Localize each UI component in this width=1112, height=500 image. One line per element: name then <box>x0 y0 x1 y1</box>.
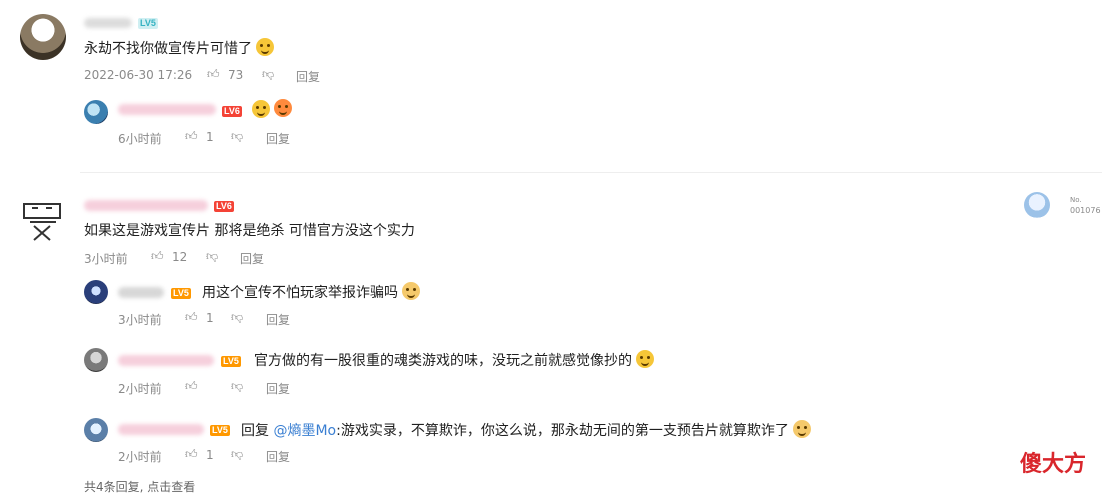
like-icon[interactable]: 👍︎ <box>185 379 198 394</box>
like-icon[interactable]: 👍︎ <box>207 67 220 82</box>
reply-time: 2小时前 <box>118 382 162 396</box>
like-count: 1 <box>206 130 214 144</box>
reply-text: 用这个宣传不怕玩家举报诈骗吗 <box>202 282 421 302</box>
reply-username-blurred[interactable] <box>118 424 204 435</box>
reply-time: 3小时前 <box>118 313 162 327</box>
like-count: 1 <box>206 448 214 462</box>
comment-text: 如果这是游戏宣传片 那将是绝杀 可惜官方没这个实力 <box>84 223 415 239</box>
sketch-avatar[interactable] <box>20 196 66 242</box>
fan-badge-avatar[interactable] <box>1024 192 1050 218</box>
cat-emoji-icon <box>274 99 292 117</box>
reply-prefix: 回复 <box>241 423 269 439</box>
level-badge: LV5 <box>171 288 191 299</box>
reply-time: 6小时前 <box>118 132 162 146</box>
mention-link[interactable]: @熵墨Mo <box>273 423 336 439</box>
avatar[interactable] <box>20 14 66 60</box>
reply-button[interactable]: 回复 <box>266 311 290 328</box>
reply-button[interactable]: 回复 <box>266 448 290 465</box>
level-badge: LV5 <box>138 18 158 29</box>
fan-badge-number: 001076 <box>1070 206 1101 215</box>
reply-avatar[interactable] <box>84 100 108 124</box>
level-badge: LV5 <box>210 425 230 436</box>
fan-badge-no: No. <box>1070 196 1082 204</box>
like-icon[interactable]: 👍︎ <box>185 447 198 462</box>
comment-divider <box>80 172 1102 173</box>
reply-button[interactable]: 回复 <box>296 68 320 85</box>
dislike-icon[interactable]: 👎︎ <box>262 67 274 82</box>
like-icon[interactable]: 👍︎ <box>151 249 164 264</box>
comment-date: 2022-06-30 17:26 <box>84 68 193 82</box>
dislike-icon[interactable]: 👎︎ <box>231 310 243 325</box>
like-count: 12 <box>172 250 188 264</box>
sketch-face-icon <box>23 203 61 241</box>
level-badge: LV6 <box>214 201 234 212</box>
reply-text-content: 用这个宣传不怕玩家举报诈骗吗 <box>202 285 398 301</box>
wink-emoji-icon <box>252 100 270 118</box>
dislike-icon[interactable]: 👎︎ <box>206 249 218 264</box>
reply-button[interactable]: 回复 <box>266 130 290 147</box>
comment-time: 3小时前 <box>84 252 128 266</box>
dislike-icon[interactable]: 👎︎ <box>231 379 243 394</box>
reply-text: 官方做的有一股很重的魂类游戏的味，没玩之前就感觉像抄的 <box>254 350 655 370</box>
smile-emoji-icon <box>256 38 275 56</box>
reply-avatar[interactable] <box>84 418 108 442</box>
reply-username-blurred[interactable] <box>118 287 164 298</box>
reply-avatar[interactable] <box>84 280 108 304</box>
watermark: 傻大方 <box>1020 446 1086 478</box>
reply-text-content: 官方做的有一股很重的魂类游戏的味，没玩之前就感觉像抄的 <box>254 353 632 369</box>
dislike-icon[interactable]: 👎︎ <box>231 129 243 144</box>
laugh-emoji-icon <box>636 350 655 368</box>
reply-time: 2小时前 <box>118 450 162 464</box>
username-blurred[interactable] <box>84 200 208 211</box>
reply-avatar[interactable] <box>84 348 108 372</box>
like-count: 1 <box>206 311 214 325</box>
dislike-icon[interactable]: 👎︎ <box>231 447 243 462</box>
like-icon[interactable]: 👍︎ <box>185 129 198 144</box>
reply-username-blurred[interactable] <box>118 104 216 115</box>
reply-username-blurred[interactable] <box>118 355 214 366</box>
username-blurred[interactable] <box>84 18 132 28</box>
reply-text: 回复 @熵墨Mo:游戏实录，不算欺诈，你这么说，那永劫无间的第一支预告片就算欺诈… <box>241 420 812 440</box>
comment-text-content: 永劫不找你做宣传片可惜了 <box>84 41 252 57</box>
reply-button[interactable]: 回复 <box>240 250 264 267</box>
watermark-text: 傻大方 <box>1020 452 1087 477</box>
level-badge: LV6 <box>222 106 242 117</box>
cat-emoji-icon <box>402 282 421 300</box>
like-icon[interactable]: 👍︎ <box>185 310 198 325</box>
reply-button[interactable]: 回复 <box>266 380 290 397</box>
cat-emoji-icon <box>793 420 812 438</box>
view-all-replies-link[interactable]: 共4条回复, 点击查看 <box>84 478 195 495</box>
reply-text-content: :游戏实录，不算欺诈，你这么说，那永劫无间的第一支预告片就算欺诈了 <box>336 423 789 439</box>
comment-text: 永劫不找你做宣传片可惜了 <box>84 38 275 58</box>
like-count: 73 <box>228 68 244 82</box>
level-badge: LV5 <box>221 356 241 367</box>
